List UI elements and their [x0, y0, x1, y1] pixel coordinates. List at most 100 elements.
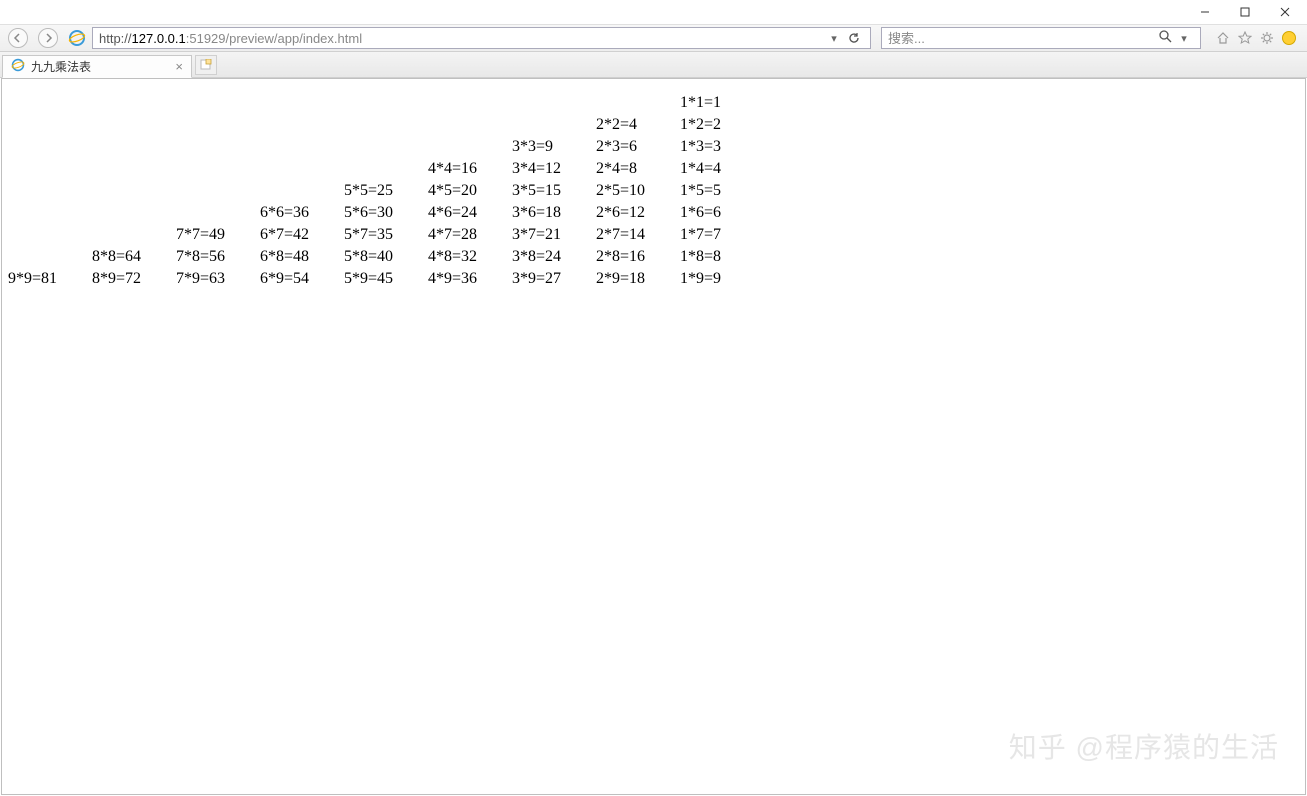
table-cell: 5*5=25 — [344, 180, 428, 202]
table-cell: 1*7=7 — [680, 224, 764, 246]
table-cell: 2*3=6 — [596, 136, 680, 158]
search-input[interactable] — [888, 31, 1159, 46]
table-row: 3*3=92*3=61*3=3 — [8, 136, 764, 158]
table-cell — [92, 180, 176, 202]
toolbar-right-icons — [1209, 30, 1303, 46]
new-tab-button[interactable] — [195, 55, 217, 75]
table-cell: 3*8=24 — [512, 246, 596, 268]
table-cell: 6*6=36 — [260, 202, 344, 224]
table-cell: 5*8=40 — [344, 246, 428, 268]
table-cell — [512, 114, 596, 136]
table-row: 5*5=254*5=203*5=152*5=101*5=5 — [8, 180, 764, 202]
watermark-text: 知乎 @程序猿的生活 — [1009, 726, 1279, 766]
browser-toolbar: http://127.0.0.1:51929/preview/app/index… — [0, 24, 1307, 52]
table-cell — [8, 158, 92, 180]
back-arrow-icon — [8, 28, 28, 48]
tab-active[interactable]: 九九乘法表 × — [2, 55, 192, 78]
forward-button[interactable] — [34, 26, 62, 50]
table-cell: 7*8=56 — [176, 246, 260, 268]
table-cell — [176, 92, 260, 114]
table-cell — [344, 136, 428, 158]
table-cell: 2*9=18 — [596, 268, 680, 290]
table-cell — [260, 158, 344, 180]
table-cell — [596, 92, 680, 114]
tab-close-button[interactable]: × — [175, 59, 183, 74]
table-cell: 3*4=12 — [512, 158, 596, 180]
table-cell — [512, 92, 596, 114]
back-button[interactable] — [4, 26, 32, 50]
table-cell — [8, 202, 92, 224]
tab-title: 九九乘法表 — [31, 58, 91, 75]
table-cell — [92, 136, 176, 158]
table-cell: 1*6=6 — [680, 202, 764, 224]
minimize-button[interactable] — [1185, 0, 1225, 24]
table-cell — [428, 136, 512, 158]
table-cell: 5*6=30 — [344, 202, 428, 224]
table-cell — [8, 92, 92, 114]
table-cell: 3*6=18 — [512, 202, 596, 224]
favorites-icon[interactable] — [1237, 30, 1253, 46]
url-scheme: http:// — [99, 31, 132, 46]
table-cell: 2*2=4 — [596, 114, 680, 136]
page-content: 1*1=12*2=41*2=23*3=92*3=61*3=34*4=163*4=… — [0, 78, 1307, 304]
tools-icon[interactable] — [1259, 30, 1275, 46]
table-cell: 2*8=16 — [596, 246, 680, 268]
table-cell: 4*6=24 — [428, 202, 512, 224]
table-cell — [92, 202, 176, 224]
address-bar[interactable]: http://127.0.0.1:51929/preview/app/index… — [92, 27, 871, 49]
search-dropdown-icon[interactable]: ▾ — [1174, 28, 1194, 48]
table-row: 7*7=496*7=425*7=354*7=283*7=212*7=141*7=… — [8, 224, 764, 246]
search-icon[interactable] — [1159, 30, 1172, 46]
table-cell: 2*6=12 — [596, 202, 680, 224]
tab-strip: 九九乘法表 × — [0, 52, 1307, 78]
multiplication-table: 1*1=12*2=41*2=23*3=92*3=61*3=34*4=163*4=… — [8, 92, 764, 290]
maximize-button[interactable] — [1225, 0, 1265, 24]
search-bar[interactable]: ▾ — [881, 27, 1201, 49]
forward-arrow-icon — [38, 28, 58, 48]
refresh-button[interactable] — [844, 28, 864, 48]
close-button[interactable] — [1265, 0, 1305, 24]
table-row: 1*1=1 — [8, 92, 764, 114]
table-cell: 1*1=1 — [680, 92, 764, 114]
table-cell: 6*7=42 — [260, 224, 344, 246]
table-cell — [8, 246, 92, 268]
dropdown-icon[interactable]: ▾ — [824, 28, 844, 48]
table-cell — [176, 136, 260, 158]
table-cell — [176, 202, 260, 224]
table-cell: 2*7=14 — [596, 224, 680, 246]
table-cell: 8*8=64 — [92, 246, 176, 268]
table-cell: 3*3=9 — [512, 136, 596, 158]
window-titlebar — [0, 0, 1307, 24]
table-cell: 6*8=48 — [260, 246, 344, 268]
table-cell — [260, 136, 344, 158]
table-cell — [8, 180, 92, 202]
table-cell: 1*2=2 — [680, 114, 764, 136]
table-cell: 5*7=35 — [344, 224, 428, 246]
table-cell: 1*9=9 — [680, 268, 764, 290]
table-cell — [260, 114, 344, 136]
table-cell: 1*5=5 — [680, 180, 764, 202]
table-cell — [8, 136, 92, 158]
table-cell: 1*8=8 — [680, 246, 764, 268]
table-cell — [92, 224, 176, 246]
table-cell — [176, 114, 260, 136]
table-cell — [176, 180, 260, 202]
table-cell: 1*4=4 — [680, 158, 764, 180]
table-cell: 4*5=20 — [428, 180, 512, 202]
home-icon[interactable] — [1215, 30, 1231, 46]
smiley-icon[interactable] — [1281, 30, 1297, 46]
table-cell: 3*7=21 — [512, 224, 596, 246]
table-cell: 2*4=8 — [596, 158, 680, 180]
table-cell — [176, 158, 260, 180]
table-cell: 8*9=72 — [92, 268, 176, 290]
table-cell — [344, 158, 428, 180]
table-cell — [428, 114, 512, 136]
table-cell — [344, 114, 428, 136]
table-cell: 4*7=28 — [428, 224, 512, 246]
table-cell — [92, 114, 176, 136]
table-cell: 7*9=63 — [176, 268, 260, 290]
ie-logo-icon — [68, 29, 86, 47]
table-cell — [260, 180, 344, 202]
table-cell: 4*8=32 — [428, 246, 512, 268]
table-cell — [92, 158, 176, 180]
